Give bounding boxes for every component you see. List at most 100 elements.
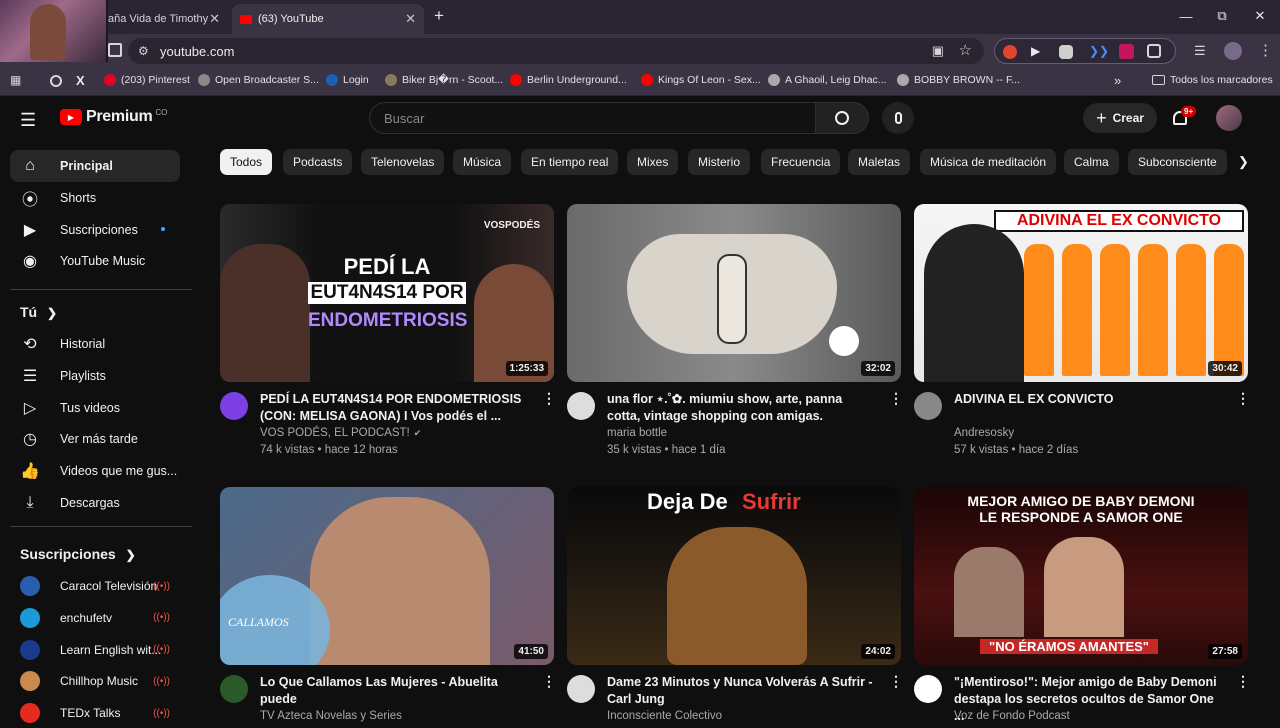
create-button[interactable]: + Crear <box>1083 103 1157 133</box>
channel-avatar[interactable] <box>914 675 942 703</box>
video-title[interactable]: Dame 23 Minutos y Nunca Volverás A Sufri… <box>607 674 875 708</box>
sidebar-item-shorts[interactable]: ⦿ Shorts <box>10 182 180 214</box>
close-window-icon[interactable]: ✕ <box>1246 6 1274 26</box>
extensions-puzzle-icon[interactable] <box>1147 44 1161 58</box>
close-icon[interactable]: ✕ <box>209 11 220 27</box>
sidebar-item-ver-m-s-tarde[interactable]: ◷ Ver más tarde <box>10 423 180 455</box>
sidebar-item-youtube-music[interactable]: ◉ YouTube Music <box>10 245 180 277</box>
chip-maletas[interactable]: Maletas <box>848 149 911 175</box>
notifications-button[interactable]: 9+ <box>1170 106 1197 130</box>
video-thumbnail[interactable]: 32:02 <box>567 204 901 382</box>
install-app-icon[interactable]: ▣ <box>932 43 944 59</box>
subscription-item[interactable]: TEDx Talks ((•)) <box>10 698 180 728</box>
browser-menu-icon[interactable]: ⋮ <box>1258 41 1273 59</box>
video-title[interactable]: ADIVINA EL EX CONVICTO <box>954 391 1222 408</box>
address-bar[interactable]: ⚙ youtube.com ▣ ☆ <box>128 38 984 64</box>
video-channel[interactable]: TV Azteca Novelas y Series <box>260 710 402 722</box>
bookmarks-overflow-icon[interactable]: » <box>1114 73 1121 88</box>
home-button[interactable] <box>108 43 122 57</box>
channel-avatar[interactable] <box>220 675 248 703</box>
bookmark-item[interactable]: Berlin Underground... <box>510 74 627 86</box>
more-options-icon[interactable]: ⋮ <box>889 390 903 407</box>
more-options-icon[interactable]: ⋮ <box>542 390 556 407</box>
close-icon[interactable]: ✕ <box>405 11 416 27</box>
profile-avatar[interactable] <box>1224 42 1242 60</box>
video-thumbnail[interactable]: ADIVINA EL EX CONVICTO 30:42 <box>914 204 1248 382</box>
more-options-icon[interactable]: ⋮ <box>889 673 903 690</box>
chrome-icon[interactable] <box>50 75 62 87</box>
video-channel[interactable]: Inconsciente Colectivo <box>607 710 722 722</box>
extension-icon[interactable]: ▶ <box>1031 44 1040 58</box>
sidebar-item-descargas[interactable]: ⤓ Descargas <box>10 487 180 519</box>
reading-list-icon[interactable]: ☰ <box>1194 43 1206 59</box>
chip-subconsciente[interactable]: Subconsciente <box>1128 149 1227 175</box>
video-thumbnail[interactable]: MEJOR AMIGO DE BABY DEMONI LE RESPONDE A … <box>914 487 1248 665</box>
sidebar-item-suscripciones[interactable]: ▶ Suscripciones <box>10 214 180 246</box>
subscriptions-section-title[interactable]: Suscripciones ❯ <box>20 546 136 562</box>
bookmark-item[interactable]: A Ghaoil, Leig Dhac... <box>768 74 887 86</box>
sidebar-item-principal[interactable]: ⌂ Principal <box>10 150 180 182</box>
search-button[interactable] <box>815 102 869 134</box>
sidebar-item-historial[interactable]: ⟲ Historial <box>10 328 180 360</box>
more-options-icon[interactable]: ⋮ <box>542 673 556 690</box>
chips-next-icon[interactable]: ❯ <box>1238 154 1249 170</box>
video-thumbnail[interactable]: CALLAMOS 41:50 <box>220 487 554 665</box>
chip-todos[interactable]: Todos <box>220 149 273 175</box>
video-title[interactable]: PEDÍ LA EUT4N4S14 POR ENDOMETRIOSIS (CON… <box>260 391 528 425</box>
chip-m-sica-de-meditaci-n[interactable]: Música de meditación <box>920 149 1057 175</box>
video-title[interactable]: Lo Que Callamos Las Mujeres - Abuelita p… <box>260 674 528 708</box>
chip-telenovelas[interactable]: Telenovelas <box>361 149 445 175</box>
subscription-item[interactable]: enchufetv ((•)) <box>10 603 180 633</box>
video-channel[interactable]: Voz de Fondo Podcast <box>954 710 1070 722</box>
more-options-icon[interactable]: ⋮ <box>1236 390 1250 407</box>
video-channel[interactable]: maria bottle <box>607 427 667 439</box>
account-avatar[interactable] <box>1216 105 1242 131</box>
tab-youtube[interactable]: (63) YouTube ✕ <box>232 4 424 34</box>
subscription-item[interactable]: Learn English wit... ((•)) <box>10 635 180 665</box>
sidebar-item-videos-que-me-gus-[interactable]: 👍 Videos que me gus... <box>10 455 180 487</box>
bookmark-item[interactable]: BOBBY BROWN -- F... <box>897 74 1020 86</box>
you-section-title[interactable]: Tú ❯ <box>20 304 57 320</box>
bookmark-item[interactable]: Open Broadcaster S... <box>198 74 319 86</box>
bookmark-star-icon[interactable]: ☆ <box>959 41 972 59</box>
extension-icon[interactable] <box>1059 45 1073 59</box>
bookmark-item[interactable]: (203) Pinterest <box>104 74 190 86</box>
site-info-icon[interactable]: ⚙ <box>138 44 149 58</box>
bookmark-item[interactable]: Login <box>326 74 369 86</box>
chip-mixes[interactable]: Mixes <box>627 149 679 175</box>
minimize-icon[interactable]: — <box>1172 6 1200 26</box>
channel-avatar[interactable] <box>220 392 248 420</box>
search-input[interactable]: Buscar <box>369 102 815 134</box>
chip-en-tiempo-real[interactable]: En tiempo real <box>521 149 619 175</box>
video-channel[interactable]: VOS PODÉS, EL PODCAST! ✔ <box>260 427 421 439</box>
chip-misterio[interactable]: Misterio <box>688 149 751 175</box>
chip-podcasts[interactable]: Podcasts <box>283 149 353 175</box>
video-thumbnail[interactable]: VOSPODÉS PEDÍ LA EUT4N4S14 POR ENDOMETRIOSI… <box>220 204 554 382</box>
video-thumbnail[interactable]: Deja De Sufrir 24:02 <box>567 487 901 665</box>
bookmark-item[interactable]: Biker Bj�rn - Scoot... <box>385 74 503 86</box>
channel-avatar[interactable] <box>567 675 595 703</box>
channel-avatar[interactable] <box>914 392 942 420</box>
extension-icon[interactable] <box>1003 45 1017 59</box>
new-tab-button[interactable]: + <box>434 6 444 26</box>
bookmark-item[interactable]: Kings Of Leon - Sex... <box>641 74 761 86</box>
more-options-icon[interactable]: ⋮ <box>1236 673 1250 690</box>
sidebar-item-tus-videos[interactable]: ▷ Tus videos <box>10 392 180 424</box>
all-bookmarks[interactable]: Todos los marcadores <box>1152 74 1273 86</box>
tab-prev[interactable]: aña Vida de Timothy ✕ <box>100 4 228 34</box>
video-channel[interactable]: Andresosky <box>954 427 1014 439</box>
chip-frecuencia[interactable]: Frecuencia <box>761 149 841 175</box>
chip-m-sica[interactable]: Música <box>453 149 512 175</box>
restore-icon[interactable]: ⧉ <box>1208 6 1236 26</box>
extension-icon[interactable] <box>1119 44 1134 59</box>
voice-search-button[interactable] <box>882 102 914 134</box>
apps-grid-icon[interactable]: ▦ <box>10 73 21 87</box>
extension-icon[interactable]: ❯❯ <box>1089 44 1109 58</box>
hamburger-menu-icon[interactable]: ☰ <box>20 110 36 131</box>
youtube-logo[interactable]: ▶ Premium CO <box>60 108 167 126</box>
video-title[interactable]: una flor ⋆.˚✿. miumiu show, arte, panna … <box>607 391 875 425</box>
x-icon[interactable]: X <box>76 73 85 88</box>
chip-calma[interactable]: Calma <box>1064 149 1119 175</box>
channel-avatar[interactable] <box>567 392 595 420</box>
subscription-item[interactable]: Caracol Televisión ((•)) <box>10 571 180 601</box>
